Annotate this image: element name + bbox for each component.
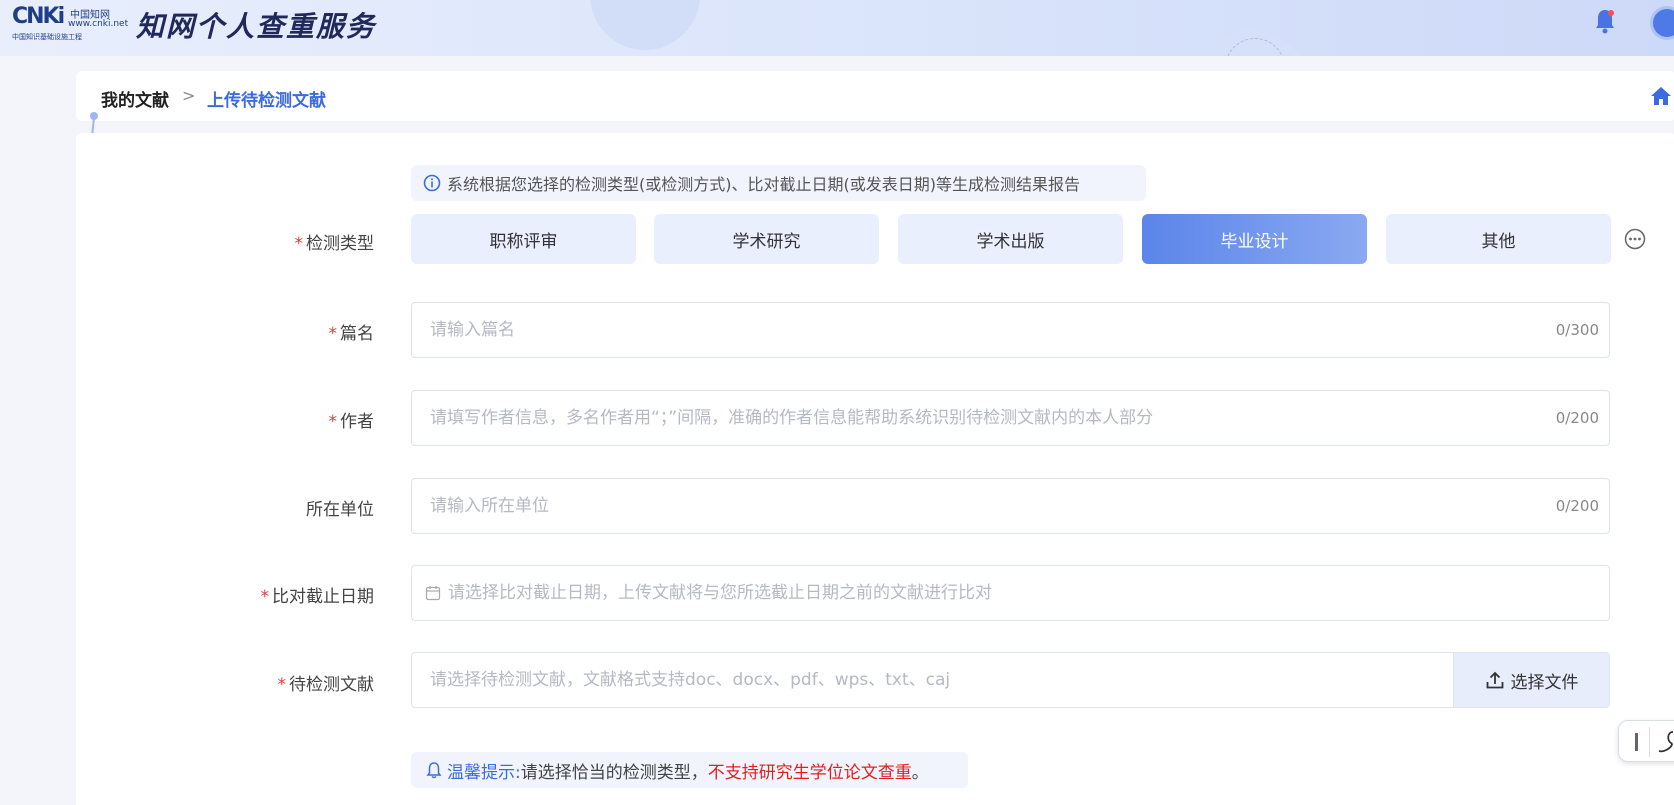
- title-label: * 篇名: [329, 319, 375, 344]
- warm-tip-warning: 不支持研究生学位论文查重: [707, 762, 912, 783]
- required-mark: *: [277, 675, 287, 695]
- bell-icon[interactable]: [1594, 8, 1616, 34]
- breadcrumb-current: 上传待检测文献: [207, 91, 326, 111]
- type-option-academic-publishing[interactable]: 学术出版: [898, 214, 1123, 264]
- author-input[interactable]: [430, 391, 1510, 445]
- header-decoration: [590, 0, 700, 50]
- title-input[interactable]: [430, 303, 1510, 357]
- unit-field: 0/200: [411, 478, 1610, 534]
- title-label-text: 篇名: [340, 324, 374, 344]
- tool-icon[interactable]: [1657, 729, 1674, 755]
- warm-tip-end: 。: [911, 762, 929, 783]
- choose-file-label: 选择文件: [1510, 672, 1579, 693]
- type-option-title-review[interactable]: 职称评审: [411, 214, 636, 264]
- type-option-graduation-design[interactable]: 毕业设计: [1142, 214, 1367, 264]
- unit-input[interactable]: [430, 479, 1510, 533]
- warm-tip-label: 温馨提示:: [447, 762, 521, 783]
- date-label: * 比对截止日期: [261, 582, 375, 607]
- file-field: 选择文件: [411, 652, 1610, 708]
- detection-type-label-text: 检测类型: [306, 234, 374, 254]
- toolbar-divider: [1649, 727, 1650, 757]
- required-mark: *: [294, 234, 304, 254]
- warm-tip: 温馨提示: 请选择恰当的检测类型， 不支持研究生学位论文查重 。: [411, 752, 968, 788]
- required-mark: *: [328, 324, 338, 344]
- breadcrumb-separator: >: [182, 86, 196, 105]
- detection-type-label: * 检测类型: [295, 229, 375, 254]
- more-options-icon[interactable]: [1624, 228, 1646, 250]
- home-icon[interactable]: [1650, 86, 1672, 106]
- info-icon: [423, 174, 441, 192]
- unit-char-counter: 0/200: [1555, 497, 1599, 515]
- date-field: [411, 565, 1610, 621]
- date-input[interactable]: [448, 566, 1528, 620]
- required-mark: *: [328, 412, 338, 432]
- title-field: 0/300: [411, 302, 1610, 358]
- calendar-icon: [425, 586, 441, 601]
- author-field: 0/200: [411, 390, 1610, 446]
- title-char-counter: 0/300: [1555, 321, 1599, 339]
- avatar[interactable]: [1650, 6, 1674, 40]
- date-label-text: 比对截止日期: [272, 587, 374, 607]
- file-label: * 待检测文献: [278, 670, 375, 695]
- warm-tip-text: 请选择恰当的检测类型，: [520, 762, 708, 783]
- type-option-other[interactable]: 其他: [1386, 214, 1611, 264]
- floating-toolbar[interactable]: [1618, 720, 1674, 762]
- breadcrumb: 我的文献 > 上传待检测文献: [76, 71, 1674, 121]
- info-tip: 系统根据您选择的检测类型(或检测方式)、比对截止日期(或发表日期)等生成检测结果…: [411, 165, 1146, 201]
- unit-label: 所在单位: [306, 495, 374, 520]
- logo-subtitle: 中国知识基础设施工程: [12, 33, 82, 41]
- breadcrumb-my-documents[interactable]: 我的文献: [101, 86, 169, 111]
- info-tip-text: 系统根据您选择的检测类型(或检测方式)、比对截止日期(或发表日期)等生成检测结果…: [447, 175, 1080, 194]
- type-option-academic-research[interactable]: 学术研究: [654, 214, 879, 264]
- logo-url: www.cnki.net: [68, 19, 129, 29]
- unit-label-text: 所在单位: [306, 500, 374, 520]
- app-title: 知网个人查重服务: [136, 10, 377, 43]
- logo-mark: CNKi: [12, 4, 65, 29]
- author-label-text: 作者: [340, 412, 374, 432]
- upload-icon: [1486, 671, 1503, 689]
- bell-outline-icon: [426, 762, 442, 779]
- author-label: * 作者: [329, 407, 375, 432]
- file-label-text: 待检测文献: [289, 675, 374, 695]
- file-path-input[interactable]: [430, 653, 1430, 707]
- author-char-counter: 0/200: [1555, 409, 1599, 427]
- cnki-logo[interactable]: CNKi 中国知网 www.cnki.net 中国知识基础设施工程: [12, 4, 128, 42]
- drag-handle-icon[interactable]: [1635, 733, 1638, 751]
- choose-file-button[interactable]: 选择文件: [1453, 653, 1609, 707]
- top-bar: CNKi 中国知网 www.cnki.net 中国知识基础设施工程 知网个人查重…: [0, 0, 1674, 56]
- required-mark: *: [260, 587, 270, 607]
